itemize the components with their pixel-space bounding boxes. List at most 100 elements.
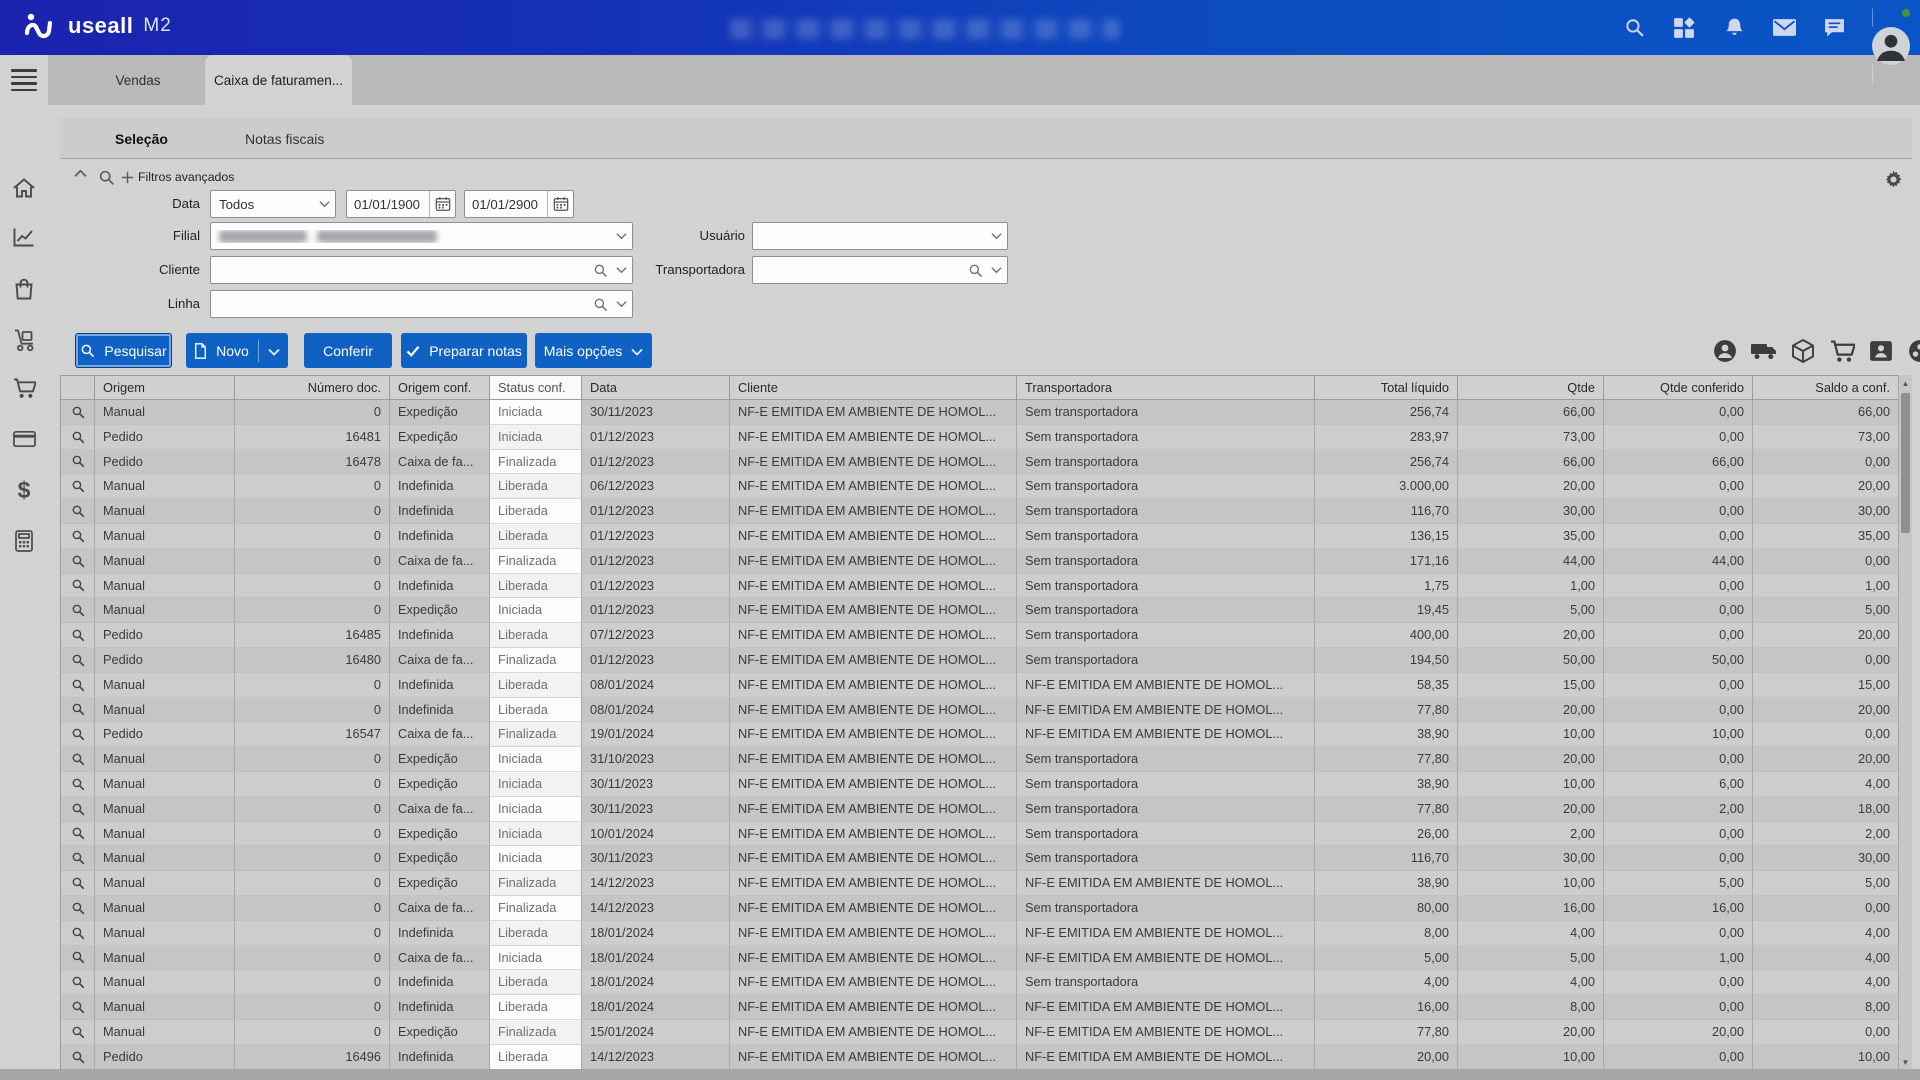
column-header-origem[interactable]: Origem <box>95 376 235 399</box>
user-circle-icon[interactable] <box>1712 338 1738 364</box>
column-header-saldo-a-conf[interactable]: Saldo a conf. <box>1753 376 1899 399</box>
row-search-icon[interactable] <box>61 896 95 921</box>
row-search-icon[interactable] <box>61 450 95 475</box>
row-search-icon[interactable] <box>61 846 95 871</box>
row-search-icon[interactable] <box>61 772 95 797</box>
sidebar-item-home[interactable] <box>0 173 48 203</box>
date-to-input[interactable]: 01/01/2900 <box>464 190 574 218</box>
table-row[interactable]: Manual 0 Caixa de fa... Finalizada 01/12… <box>61 549 1898 574</box>
tab-vendas[interactable]: Vendas <box>78 55 198 105</box>
filial-select[interactable] <box>210 222 633 250</box>
subtab-selecao[interactable]: Seleção <box>115 118 168 159</box>
column-header-origem-conf[interactable]: Origem conf. <box>390 376 490 399</box>
data-period-select[interactable]: Todos <box>210 190 336 218</box>
column-header-qtde-conferido[interactable]: Qtde conferido <box>1604 376 1753 399</box>
table-row[interactable]: Manual 0 Caixa de fa... Finalizada 14/12… <box>61 896 1898 921</box>
sidebar-item-sales-bag[interactable] <box>0 274 48 304</box>
table-row[interactable]: Manual 0 Indefinida Liberada 18/01/2024 … <box>61 995 1898 1020</box>
chat-icon[interactable] <box>1822 16 1846 40</box>
contact-card-icon[interactable] <box>1868 338 1894 364</box>
column-header-icon[interactable] <box>61 376 95 399</box>
table-row[interactable]: Manual 0 Indefinida Liberada 01/12/2023 … <box>61 524 1898 549</box>
chevron-down-icon[interactable] <box>268 348 280 356</box>
table-row[interactable]: Manual 0 Expedição Iniciada 30/11/2023 N… <box>61 400 1898 425</box>
table-row[interactable]: Manual 0 Expedição Iniciada 31/10/2023 N… <box>61 747 1898 772</box>
row-search-icon[interactable] <box>61 1020 95 1045</box>
column-header-transportadora[interactable]: Transportadora <box>1017 376 1315 399</box>
row-search-icon[interactable] <box>61 1045 95 1070</box>
notifications-bell-icon[interactable] <box>1722 16 1746 40</box>
row-search-icon[interactable] <box>61 970 95 995</box>
column-header-qtde[interactable]: Qtde <box>1458 376 1604 399</box>
table-row[interactable]: Manual 0 Caixa de fa... Iniciada 18/01/2… <box>61 946 1898 971</box>
collapse-chevron-up-icon[interactable] <box>74 169 87 178</box>
search-icon[interactable] <box>590 263 610 278</box>
package-cube-icon[interactable] <box>1790 338 1816 364</box>
add-filter-plus-icon[interactable] <box>121 171 134 184</box>
scroll-down-arrow[interactable]: ▼ <box>1899 1055 1912 1069</box>
usuario-select[interactable] <box>752 222 1008 250</box>
table-row[interactable]: Manual 0 Indefinida Liberada 01/12/2023 … <box>61 574 1898 599</box>
transportadora-search-combo[interactable] <box>752 256 1008 284</box>
table-row[interactable]: Manual 0 Indefinida Liberada 06/12/2023 … <box>61 474 1898 499</box>
table-row[interactable]: Pedido 16480 Caixa de fa... Finalizada 0… <box>61 648 1898 673</box>
row-search-icon[interactable] <box>61 524 95 549</box>
date-from-input[interactable]: 01/01/1900 <box>346 190 456 218</box>
novo-split-button[interactable]: Novo <box>186 333 288 368</box>
conferir-button[interactable]: Conferir <box>304 333 392 368</box>
apps-grid-icon[interactable] <box>1672 16 1696 40</box>
sidebar-item-purchases-cart[interactable] <box>0 373 48 403</box>
row-search-icon[interactable] <box>61 673 95 698</box>
scroll-up-arrow[interactable]: ▲ <box>1899 376 1912 390</box>
row-search-icon[interactable] <box>61 722 95 747</box>
row-search-icon[interactable] <box>61 648 95 673</box>
row-search-icon[interactable] <box>61 698 95 723</box>
sidebar-item-billing-card[interactable] <box>0 424 48 454</box>
table-row[interactable]: Pedido 16481 Expedição Iniciada 01/12/20… <box>61 425 1898 450</box>
user-avatar[interactable] <box>1872 9 1910 47</box>
scrollbar-thumb[interactable] <box>1901 393 1910 533</box>
partners-circle-icon[interactable] <box>1907 338 1920 364</box>
table-row[interactable]: Manual 0 Indefinida Liberada 01/12/2023 … <box>61 499 1898 524</box>
vertical-scrollbar[interactable]: ▲ ▼ <box>1898 375 1912 1070</box>
table-row[interactable]: Manual 0 Indefinida Liberada 18/01/2024 … <box>61 970 1898 995</box>
sidebar-item-accounting-calculator[interactable] <box>0 526 48 556</box>
column-header-data[interactable]: Data <box>582 376 730 399</box>
filter-search-icon[interactable] <box>98 169 115 186</box>
table-row[interactable]: Manual 0 Expedição Iniciada 10/01/2024 N… <box>61 822 1898 847</box>
table-row[interactable]: Manual 0 Expedição Iniciada 30/11/2023 N… <box>61 772 1898 797</box>
settings-gear-icon[interactable] <box>1884 170 1903 189</box>
mail-icon[interactable] <box>1772 16 1796 40</box>
cart-icon[interactable] <box>1829 338 1855 364</box>
row-search-icon[interactable] <box>61 474 95 499</box>
table-row[interactable]: Manual 0 Expedição Iniciada 01/12/2023 N… <box>61 598 1898 623</box>
sidebar-item-logistics-handtruck[interactable] <box>0 325 48 355</box>
row-search-icon[interactable] <box>61 549 95 574</box>
search-icon[interactable] <box>590 297 610 312</box>
table-row[interactable]: Pedido 16496 Indefinida Liberada 14/12/2… <box>61 1045 1898 1070</box>
table-row[interactable]: Pedido 16547 Caixa de fa... Finalizada 1… <box>61 722 1898 747</box>
row-search-icon[interactable] <box>61 623 95 648</box>
search-icon[interactable] <box>965 263 985 278</box>
truck-icon[interactable] <box>1751 338 1777 364</box>
column-header-numero-doc[interactable]: Número doc. <box>235 376 390 399</box>
row-search-icon[interactable] <box>61 425 95 450</box>
column-header-cliente[interactable]: Cliente <box>730 376 1017 399</box>
sidebar-item-charts[interactable] <box>0 222 48 252</box>
tab-caixa-de-faturamento[interactable]: Caixa de faturamen... <box>205 55 352 105</box>
table-row[interactable]: Manual 0 Indefinida Liberada 18/01/2024 … <box>61 921 1898 946</box>
calendar-icon[interactable] <box>547 191 573 217</box>
preparar-notas-button[interactable]: Preparar notas <box>401 333 527 368</box>
sidebar-item-finance-dollar[interactable]: $ <box>0 475 48 505</box>
linha-search-combo[interactable] <box>210 290 633 318</box>
row-search-icon[interactable] <box>61 871 95 896</box>
row-search-icon[interactable] <box>61 400 95 425</box>
column-header-status-conf[interactable]: Status conf. <box>490 376 582 399</box>
row-search-icon[interactable] <box>61 747 95 772</box>
row-search-icon[interactable] <box>61 946 95 971</box>
row-search-icon[interactable] <box>61 921 95 946</box>
hamburger-menu-icon[interactable] <box>11 69 37 91</box>
subtab-notas-fiscais[interactable]: Notas fiscais <box>245 118 324 159</box>
table-row[interactable]: Manual 0 Indefinida Liberada 08/01/2024 … <box>61 673 1898 698</box>
row-search-icon[interactable] <box>61 574 95 599</box>
